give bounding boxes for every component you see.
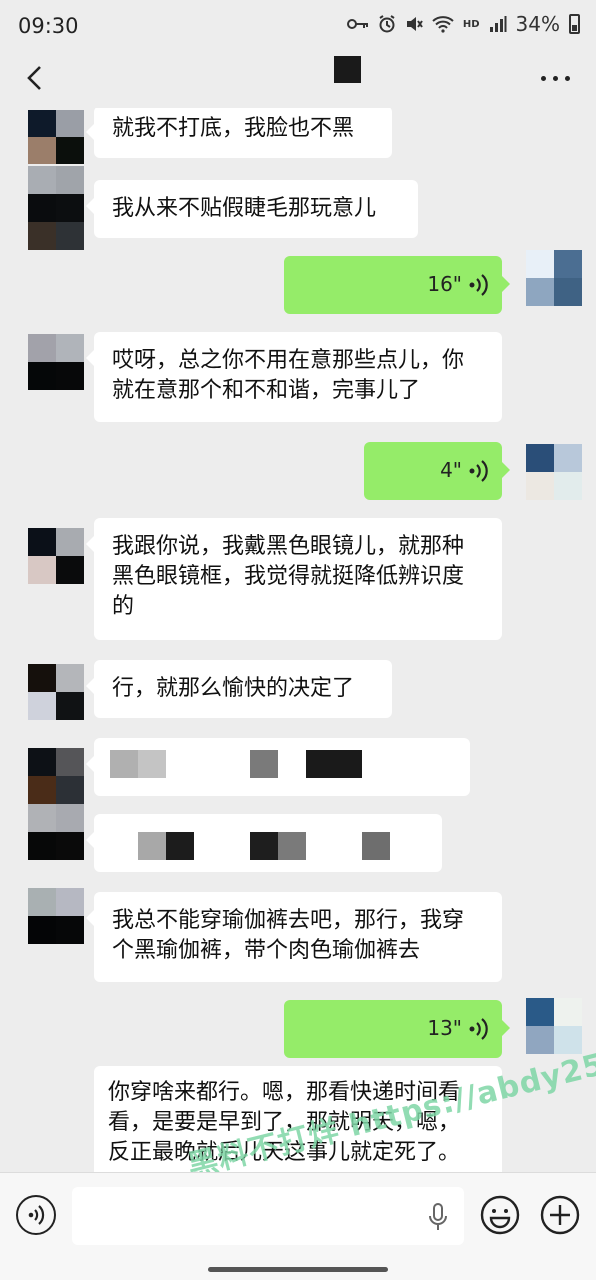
message-text-line: 就在意那个和不和谐，完事儿了 (112, 378, 421, 403)
voice-message[interactable]: 4" (364, 442, 510, 500)
status-icons: HD 34% (346, 12, 580, 36)
message-text-line: 个黑瑜伽裤，带个肉色瑜伽裤去 (112, 938, 421, 963)
message-text-line: 黑色眼镜框，我觉得就挺降低辨识度 (112, 564, 465, 589)
message-text-line: 我跟你说，我戴黑色眼镜儿，就那种 (112, 534, 465, 559)
network-label: HD (462, 18, 480, 30)
avatar[interactable] (28, 110, 84, 164)
mute-icon (406, 17, 423, 31)
message-text: 就我不打底，我脸也不黑 (112, 116, 355, 141)
battery-percent: 34% (515, 12, 560, 36)
voice-toggle-icon[interactable] (16, 1195, 56, 1235)
message-text: 我从来不贴假睫毛那玩意儿 (112, 196, 377, 221)
voice-duration: 4" (440, 458, 462, 482)
message-text: 行，就那么愉快的决定了 (112, 676, 355, 701)
avatar[interactable] (526, 250, 582, 306)
plus-icon[interactable] (540, 1195, 580, 1235)
message-bubble-redacted[interactable] (86, 738, 470, 796)
avatar[interactable] (28, 334, 84, 390)
input-bar (0, 1172, 596, 1280)
message-bubble-redacted[interactable] (86, 814, 442, 872)
voice-wave-icon (469, 274, 488, 296)
voice-wave-icon (469, 1018, 488, 1040)
chevron-left-icon[interactable] (22, 64, 50, 92)
avatar[interactable] (28, 888, 84, 944)
chat-area[interactable]: 就我不打底，我脸也不黑 我从来不贴假睫毛那玩意儿 16" 哎呀，总之你不用在意那… (0, 108, 596, 1172)
avatar[interactable] (28, 804, 84, 860)
home-indicator (208, 1267, 388, 1272)
signal-icon (489, 16, 507, 32)
message-bubble[interactable]: 就我不打底，我脸也不黑 (86, 108, 392, 158)
message-text-line: 的 (112, 594, 135, 619)
avatar[interactable] (526, 444, 582, 500)
emoji-icon[interactable] (480, 1195, 520, 1235)
status-bar: 09:30 HD 34% (0, 0, 596, 52)
avatar[interactable] (28, 748, 84, 804)
message-text-line: 我总不能穿瑜伽裤去吧，那行，我穿 (112, 908, 465, 933)
voice-message[interactable]: 16" (284, 256, 510, 314)
nav-bar (0, 52, 596, 108)
avatar[interactable] (28, 528, 84, 584)
message-bubble[interactable]: 我跟你说，我戴黑色眼镜儿，就那种 黑色眼镜框，我觉得就挺降低辨识度 的 (86, 518, 502, 640)
battery-icon (569, 14, 580, 34)
alarm-icon (379, 15, 395, 33)
message-bubble[interactable]: 哎呀，总之你不用在意那些点儿，你 就在意那个和不和谐，完事儿了 (86, 332, 502, 422)
message-bubble[interactable]: 我总不能穿瑜伽裤去吧，那行，我穿 个黑瑜伽裤，带个肉色瑜伽裤去 (86, 892, 502, 982)
wifi-icon (432, 16, 454, 33)
key-icon (346, 19, 368, 29)
voice-wave-icon (469, 460, 488, 482)
mic-icon[interactable] (428, 1203, 448, 1231)
message-text-line: 哎呀，总之你不用在意那些点儿，你 (112, 348, 465, 373)
more-icon[interactable] (541, 76, 570, 81)
message-bubble[interactable]: 行，就那么愉快的决定了 (86, 660, 392, 718)
avatar[interactable] (28, 166, 84, 250)
voice-message[interactable]: 13" (284, 1000, 510, 1058)
avatar[interactable] (28, 664, 84, 720)
chat-title-redacted (334, 56, 361, 83)
voice-duration: 16" (427, 272, 462, 296)
message-input[interactable] (72, 1187, 464, 1245)
message-bubble[interactable]: 我从来不贴假睫毛那玩意儿 (86, 180, 418, 238)
status-time: 09:30 (18, 14, 79, 38)
voice-duration: 13" (427, 1016, 462, 1040)
